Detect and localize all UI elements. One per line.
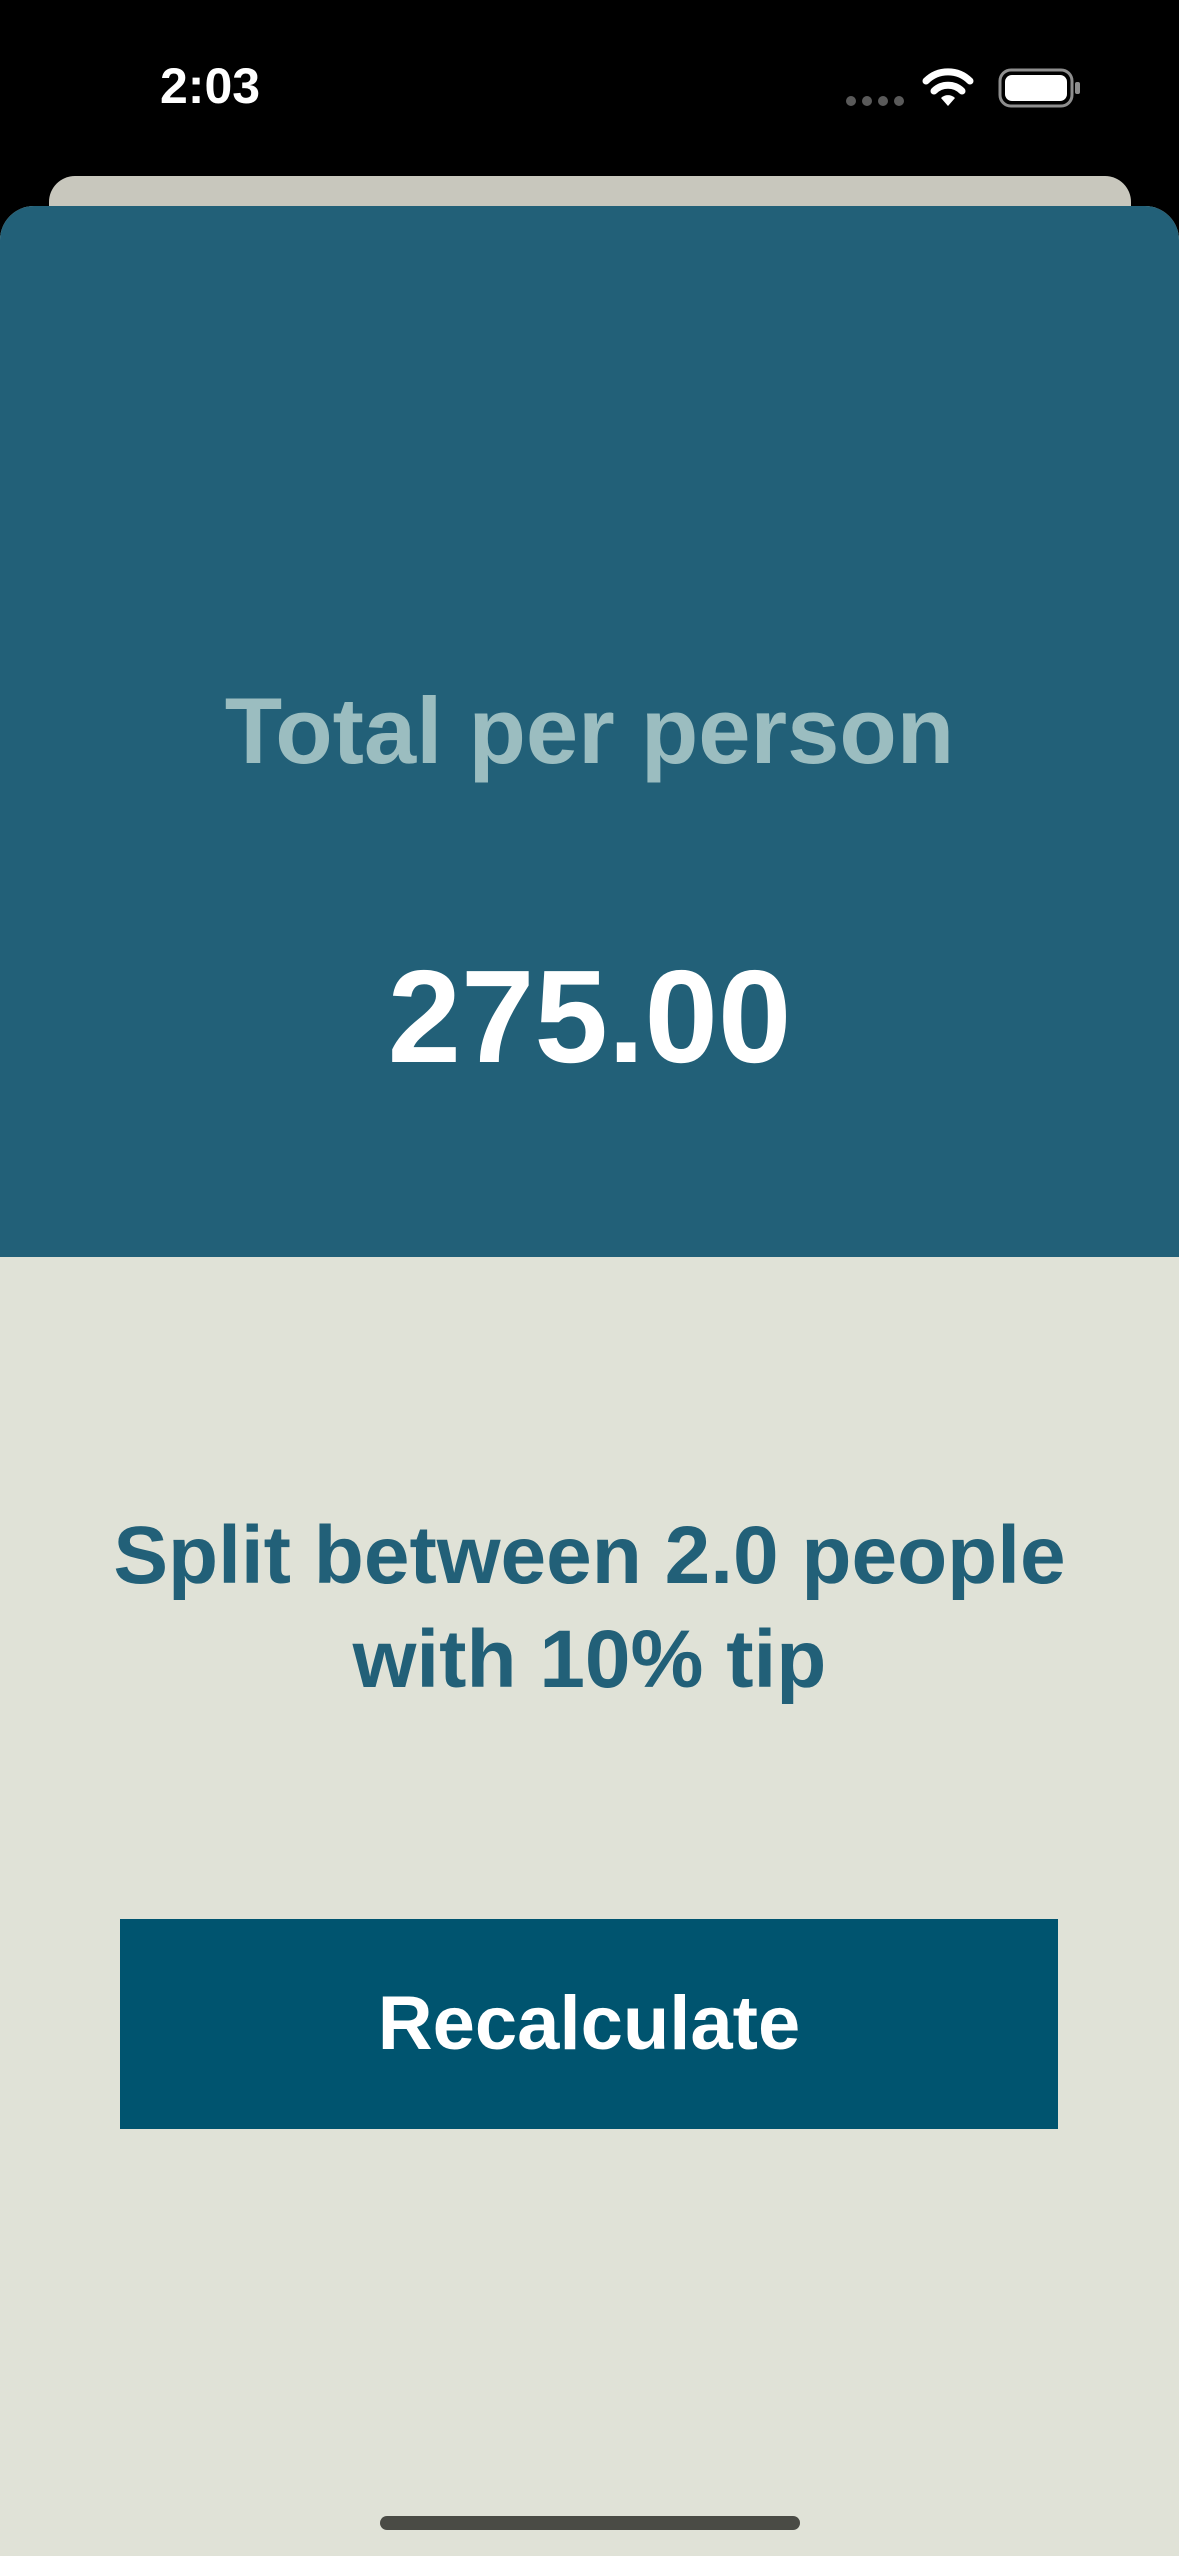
wifi-icon xyxy=(922,68,974,106)
status-time: 2:03 xyxy=(160,58,261,114)
status-bar: 2:03 xyxy=(0,0,1179,176)
split-summary: Split between 2.0 people with 10% tip xyxy=(113,1510,1066,1705)
result-sheet: Total per person 275.00 Split between 2.… xyxy=(0,206,1179,2556)
total-per-person-value: 275.00 xyxy=(387,943,792,1090)
recalculate-button[interactable]: Recalculate xyxy=(120,1919,1058,2129)
result-panel: Total per person 275.00 xyxy=(0,206,1179,1257)
home-indicator[interactable] xyxy=(380,2516,800,2530)
result-title: Total per person xyxy=(224,678,955,783)
cellular-signal-icon xyxy=(846,96,906,106)
battery-icon xyxy=(998,68,1080,108)
